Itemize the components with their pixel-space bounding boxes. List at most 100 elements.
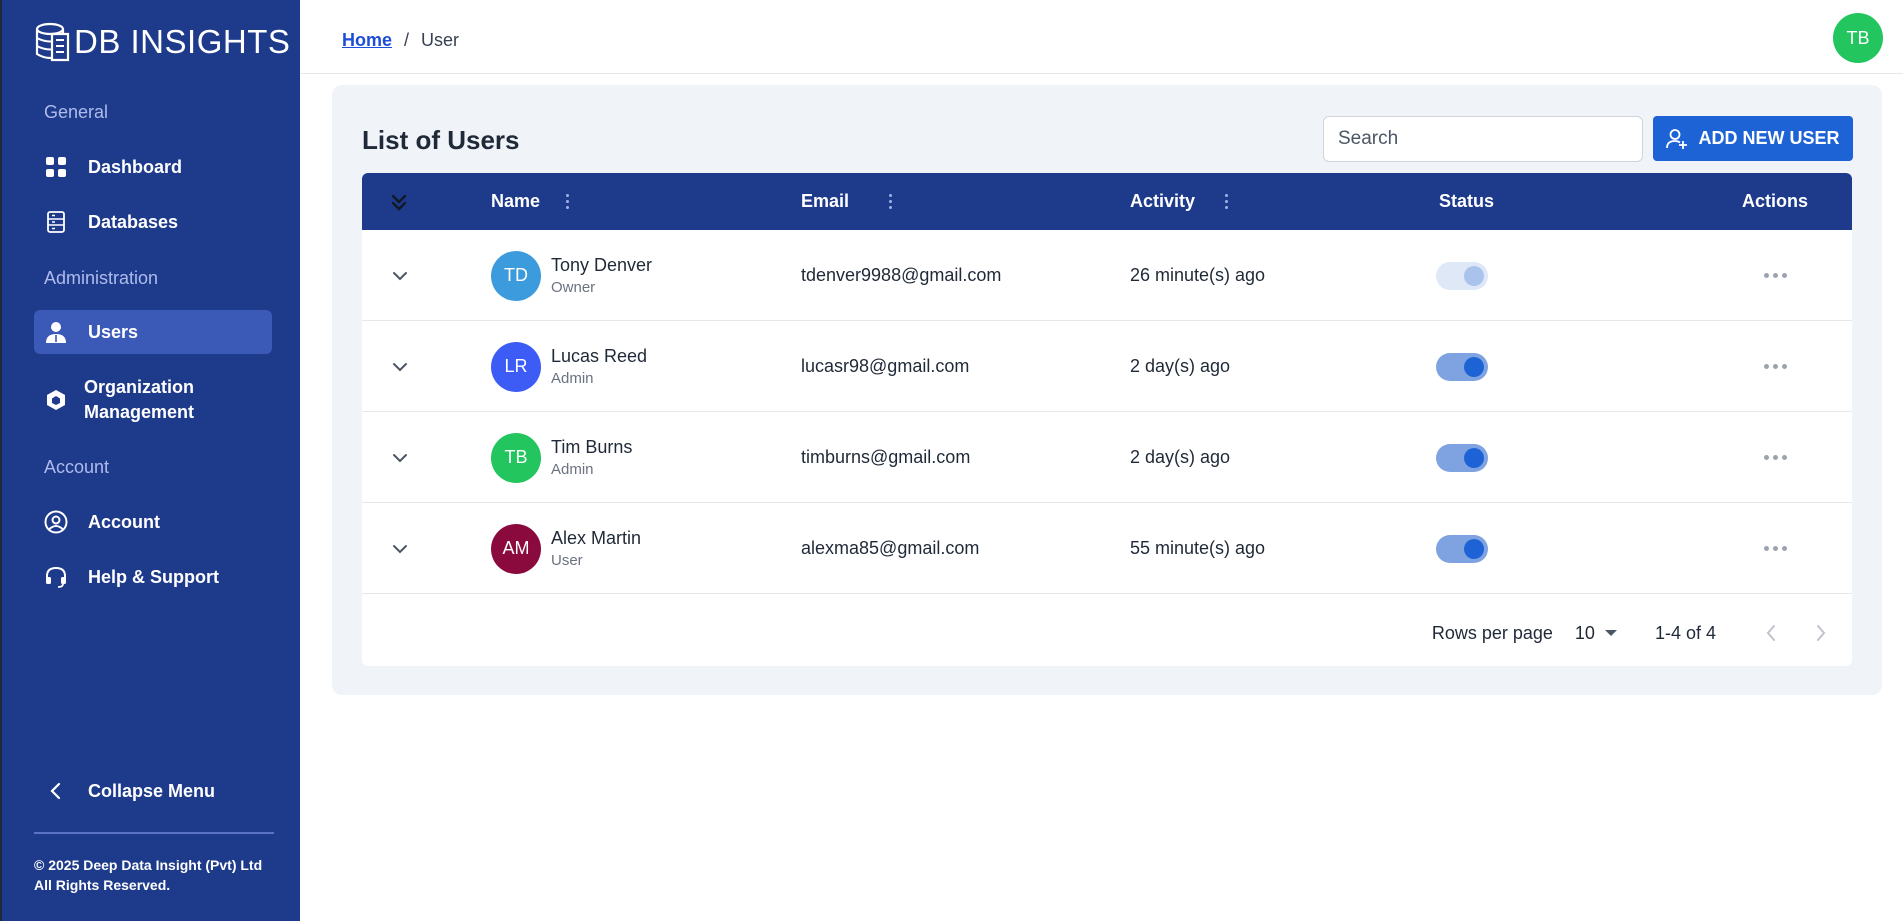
database-logo-icon <box>35 22 70 62</box>
user-name: Lucas Reed <box>551 346 648 366</box>
sidebar-item-label: Dashboard <box>88 156 183 177</box>
chevron-left-icon <box>1766 625 1775 641</box>
sidebar-item-organization-management[interactable]: Organization Management <box>34 374 272 426</box>
expand-row-button[interactable] <box>392 230 408 321</box>
previous-page-button[interactable] <box>1746 624 1796 642</box>
rows-per-page-select[interactable]: 10 <box>1575 623 1617 644</box>
sidebar: DB INSIGHTS General Dashboard Databases … <box>0 0 300 921</box>
sidebar-item-label: Organization <box>84 377 195 397</box>
sidebar-item-databases[interactable]: Databases <box>34 203 272 241</box>
user-activity: 26 minute(s) ago <box>1130 265 1266 285</box>
status-toggle-cell <box>1436 230 1488 321</box>
pagination: Rows per page 10 1-4 of 4 <box>1432 613 1852 653</box>
expand-row-button[interactable] <box>392 321 408 412</box>
sidebar-item-dashboard[interactable]: Dashboard <box>34 148 272 186</box>
sidebar-item-label: Account <box>88 511 160 532</box>
sidebar-item-help-support[interactable]: Help & Support <box>34 558 272 596</box>
user-name: Tony Denver <box>551 255 653 275</box>
status-toggle-cell <box>1436 321 1488 412</box>
column-header-status: Status <box>1439 191 1495 211</box>
status-toggle[interactable] <box>1436 443 1488 472</box>
user-email: alexma85@gmail.com <box>801 538 980 558</box>
column-menu-icon[interactable] <box>566 194 570 209</box>
row-actions-button[interactable] <box>1764 230 1787 321</box>
add-new-user-label: ADD NEW USER <box>1698 128 1840 148</box>
avatar: TB <box>491 432 541 483</box>
expand-row-button[interactable] <box>392 503 408 594</box>
user-role: Owner <box>551 279 596 296</box>
toggle-knob <box>1464 447 1484 468</box>
organization-icon <box>44 388 68 412</box>
users-panel: List of Users ADD NEW USER Name Email Ac… <box>332 85 1882 695</box>
chevron-down-icon <box>393 453 407 462</box>
breadcrumb: Home / User <box>342 30 459 51</box>
more-horizontal-icon <box>1764 546 1787 551</box>
table-row: LR Lucas Reed Admin lucasr98@gmail.com 2… <box>362 321 1852 412</box>
column-menu-icon[interactable] <box>889 194 893 209</box>
user-role: Admin <box>551 370 594 387</box>
breadcrumb-current: User <box>421 30 460 50</box>
user-name: Alex Martin <box>551 528 642 548</box>
row-actions-button[interactable] <box>1764 412 1787 503</box>
copyright: © 2025 Deep Data Insight (Pvt) Ltd All R… <box>34 855 262 895</box>
column-header-label: Email <box>801 191 850 211</box>
avatar: AM <box>491 523 541 574</box>
sidebar-item-label: Management <box>84 402 195 422</box>
chevron-left-icon <box>44 779 68 803</box>
caret-down-icon <box>1604 630 1617 636</box>
toggle-knob <box>1464 538 1484 559</box>
column-header-label: Name <box>491 191 541 211</box>
double-chevron-down-icon <box>391 194 407 211</box>
status-toggle-cell <box>1436 503 1488 594</box>
page-title: List of Users <box>362 125 520 155</box>
sidebar-item-label: Users <box>88 321 139 342</box>
sidebar-item-users[interactable]: Users <box>34 310 272 354</box>
account-circle-icon <box>44 510 68 534</box>
user-role: User <box>551 552 583 569</box>
breadcrumb-home-link[interactable]: Home <box>342 30 392 51</box>
more-horizontal-icon <box>1764 273 1787 278</box>
chevron-down-icon <box>393 271 407 280</box>
rows-per-page-label: Rows per page <box>1431 622 1553 643</box>
search-input[interactable] <box>1323 116 1643 162</box>
expand-row-button[interactable] <box>392 412 408 503</box>
user-email: timburns@gmail.com <box>801 447 971 467</box>
chevron-right-icon <box>1817 625 1826 641</box>
user-cell: AM Alex Martin User <box>491 503 641 594</box>
column-header-activity: Activity <box>1130 173 1229 230</box>
avatar: TD <box>491 250 541 301</box>
status-toggle[interactable] <box>1436 352 1488 381</box>
row-actions-button[interactable] <box>1764 503 1787 594</box>
sidebar-divider <box>34 832 274 834</box>
table-header: Name Email Activity Status Actions <box>362 173 1852 230</box>
sidebar-item-account[interactable]: Account <box>34 503 272 541</box>
collapse-menu-button[interactable]: Collapse Menu <box>34 772 272 810</box>
expand-all-button[interactable] <box>390 173 408 230</box>
dashboard-icon <box>44 155 68 179</box>
next-page-button[interactable] <box>1796 624 1846 642</box>
user-cell: TB Tim Burns Admin <box>491 412 632 503</box>
column-menu-icon[interactable] <box>1225 194 1229 209</box>
more-horizontal-icon <box>1764 364 1787 369</box>
column-header-name: Name <box>491 173 570 230</box>
table-row: TD Tony Denver Owner tdenver9988@gmail.c… <box>362 230 1852 321</box>
sidebar-item-label: Databases <box>88 211 179 232</box>
user-name: Tim Burns <box>551 437 633 457</box>
user-role: Admin <box>551 461 594 478</box>
row-actions-button[interactable] <box>1764 321 1787 412</box>
table-row: AM Alex Martin User alexma85@gmail.com 5… <box>362 503 1852 594</box>
user-activity: 2 day(s) ago <box>1130 447 1231 467</box>
user-cell: LR Lucas Reed Admin <box>491 321 647 412</box>
section-general: General <box>44 102 109 122</box>
app-logo[interactable]: DB INSIGHTS <box>34 20 290 64</box>
more-horizontal-icon <box>1764 455 1787 460</box>
headset-icon <box>44 565 68 589</box>
chevron-down-icon <box>393 362 407 371</box>
user-avatar-menu[interactable]: TB <box>1833 13 1883 63</box>
user-admin-icon <box>44 320 68 344</box>
breadcrumb-separator: / <box>404 30 410 50</box>
add-new-user-button[interactable]: ADD NEW USER <box>1653 116 1853 161</box>
sidebar-item-label: Collapse Menu <box>88 780 216 801</box>
status-toggle[interactable] <box>1436 534 1488 563</box>
users-table: Name Email Activity Status Actions TD To… <box>362 173 1852 666</box>
